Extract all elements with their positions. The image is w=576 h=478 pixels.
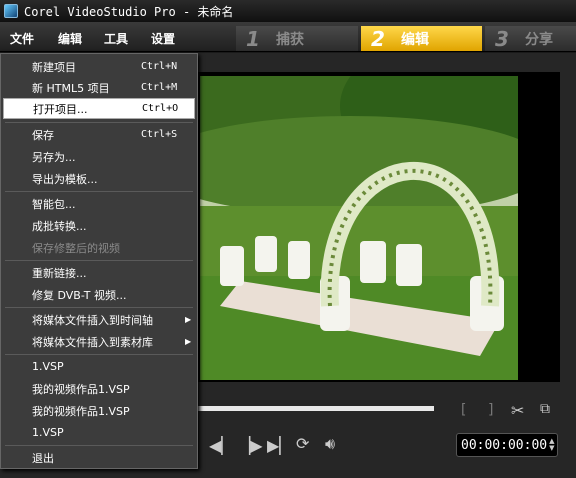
menu-item-label: 另存为... — [32, 150, 76, 164]
app-icon — [4, 4, 18, 18]
submenu-arrow-icon: ▶ — [185, 337, 192, 346]
menu-item-label: 修复 DVB-T 视频... — [32, 288, 127, 302]
menu-item-recent-2[interactable]: 我的视频作品1.VSP — [3, 378, 195, 399]
menu-file[interactable]: 文件 — [10, 30, 34, 47]
menu-tools[interactable]: 工具 — [104, 30, 128, 47]
menu-separator — [5, 191, 193, 192]
menu-separator — [5, 307, 193, 308]
next-frame-icon[interactable]: ▕▶ — [238, 436, 263, 455]
menu-item-label: 重新链接... — [32, 266, 87, 280]
previous-frame-icon[interactable]: ◀▏ — [209, 436, 234, 455]
menu-item-shortcut: Ctrl+N — [141, 61, 178, 72]
step-number: 2 — [371, 26, 385, 51]
tab-capture[interactable]: 1 捕获 — [236, 26, 358, 51]
menu-separator — [5, 354, 193, 355]
enlarge-icon[interactable]: ⧉ — [540, 401, 550, 417]
menu-edit[interactable]: 编辑 — [58, 30, 82, 47]
step-label: 编辑 — [401, 31, 429, 48]
menu-item-label: 保存修整后的视频 — [32, 241, 120, 255]
menu-item-exit[interactable]: 退出 — [3, 447, 195, 468]
spin-down-icon[interactable]: ▼ — [549, 445, 554, 452]
step-number: 1 — [246, 26, 260, 51]
title-bar: Corel VideoStudio Pro - 未命名 — [0, 0, 576, 22]
menu-separator — [5, 122, 193, 123]
menu-item-label: 1.VSP — [32, 426, 64, 439]
repeat-icon[interactable]: ⟳ — [296, 434, 309, 453]
menu-item-label: 新建项目 — [32, 60, 76, 74]
menu-item-shortcut: Ctrl+O — [142, 103, 179, 114]
mark-in-button[interactable]: [ — [459, 402, 467, 418]
menu-item-new-html5-project[interactable]: 新 HTML5 项目 Ctrl+M — [3, 77, 195, 98]
menu-item-label: 将媒体文件插入到时间轴 — [32, 313, 153, 327]
menu-item-recent-4[interactable]: 1.VSP — [3, 422, 195, 443]
menu-item-label: 新 HTML5 项目 — [32, 81, 110, 95]
step-number: 3 — [495, 26, 509, 51]
menu-item-insert-to-library[interactable]: 将媒体文件插入到素材库 ▶ — [3, 331, 195, 352]
mark-out-button[interactable]: ] — [487, 402, 495, 418]
menu-item-save[interactable]: 保存 Ctrl+S — [3, 124, 195, 145]
menu-item-recent-3[interactable]: 我的视频作品1.VSP — [3, 400, 195, 421]
menu-item-export-template[interactable]: 导出为模板... — [3, 168, 195, 189]
step-label: 分享 — [525, 31, 553, 48]
end-icon[interactable]: ▶▏ — [267, 436, 292, 455]
timecode-field[interactable]: 00:00:00:00 ▲ ▼ — [456, 433, 558, 457]
menu-item-smart-package[interactable]: 智能包... — [3, 193, 195, 214]
menu-item-open-project[interactable]: 打开项目... Ctrl+O — [3, 98, 195, 119]
menu-item-shortcut: Ctrl+M — [141, 82, 178, 93]
tab-share[interactable]: 3 分享 — [485, 26, 576, 51]
menu-item-save-as[interactable]: 另存为... — [3, 146, 195, 167]
window-title: Corel VideoStudio Pro - 未命名 — [24, 4, 234, 19]
scissors-icon[interactable]: ✂ — [511, 401, 524, 420]
menu-item-recent-1[interactable]: 1.VSP — [3, 356, 195, 377]
volume-icon[interactable]: 🔊︎ — [325, 434, 335, 454]
menu-item-new-project[interactable]: 新建项目 Ctrl+N — [3, 56, 195, 77]
menu-item-label: 打开项目... — [33, 102, 88, 116]
menu-item-label: 退出 — [32, 451, 54, 465]
submenu-arrow-icon: ▶ — [185, 315, 192, 324]
menu-item-label: 导出为模板... — [32, 172, 98, 186]
tab-edit[interactable]: 2 编辑 — [361, 26, 482, 51]
timecode-spinner[interactable]: ▲ ▼ — [549, 438, 554, 452]
timecode-value: 00:00:00:00 — [461, 437, 548, 453]
menu-item-shortcut: Ctrl+S — [141, 129, 178, 140]
menu-item-label: 我的视频作品1.VSP — [32, 404, 130, 418]
menu-separator — [5, 445, 193, 446]
step-label: 捕获 — [276, 31, 304, 48]
menu-item-label: 1.VSP — [32, 360, 64, 373]
menu-item-label: 成批转换... — [32, 219, 87, 233]
scrub-bar[interactable] — [198, 406, 434, 411]
menu-item-label: 将媒体文件插入到素材库 — [32, 335, 153, 349]
menu-item-batch-convert[interactable]: 成批转换... — [3, 215, 195, 236]
file-menu-dropdown: 新建项目 Ctrl+N 新 HTML5 项目 Ctrl+M 打开项目... Ct… — [0, 53, 198, 469]
menu-item-repair-dvbt[interactable]: 修复 DVB-T 视频... — [3, 284, 195, 305]
menu-item-save-trimmed-video: 保存修整后的视频 — [3, 237, 195, 258]
menu-item-label: 我的视频作品1.VSP — [32, 382, 130, 396]
menu-item-relink[interactable]: 重新链接... — [3, 262, 195, 283]
menu-separator — [5, 260, 193, 261]
menu-item-label: 智能包... — [32, 197, 76, 211]
menu-item-label: 保存 — [32, 128, 54, 142]
video-preview-image — [200, 76, 518, 380]
menu-item-insert-to-timeline[interactable]: 将媒体文件插入到时间轴 ▶ — [3, 309, 195, 330]
menu-settings[interactable]: 设置 — [151, 30, 175, 47]
